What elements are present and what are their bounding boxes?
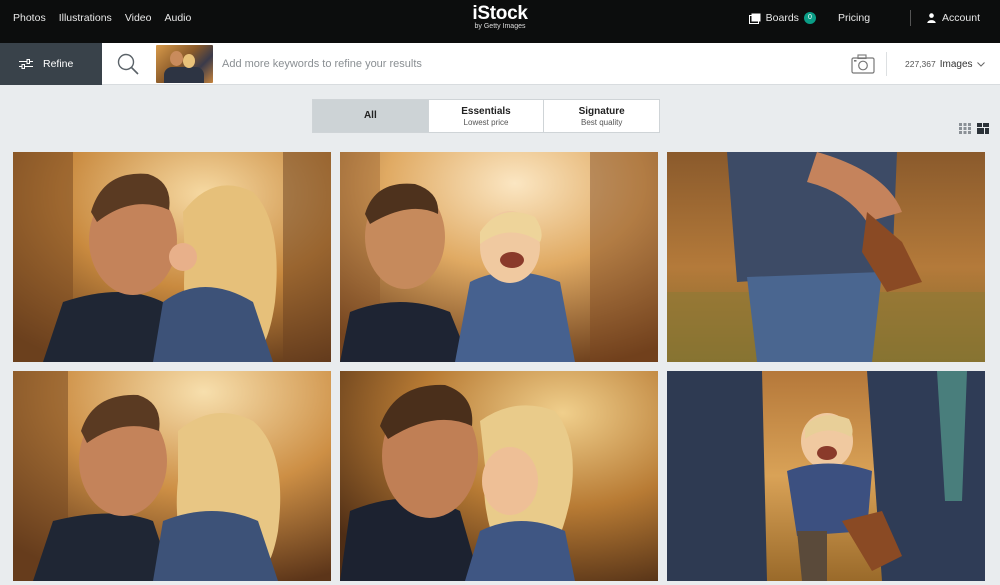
nav-video[interactable]: Video	[125, 12, 152, 24]
tab-title: Essentials	[461, 105, 511, 117]
boards-link[interactable]: Boards 0	[748, 12, 816, 24]
license-tabs: All Essentials Lowest price Signature Be…	[312, 99, 660, 133]
pricing-link[interactable]: Pricing	[838, 12, 870, 24]
refine-button[interactable]: Refine	[0, 43, 102, 85]
media-type-nav: Photos Illustrations Video Audio	[13, 0, 204, 36]
tab-title: All	[363, 110, 377, 121]
refine-label: Refine	[43, 58, 74, 70]
search-image-thumbnail[interactable]	[156, 45, 213, 83]
boards-label: Boards	[765, 12, 799, 24]
sliders-icon	[19, 59, 33, 69]
tab-title: Signature	[578, 105, 625, 117]
image-result[interactable]	[13, 371, 331, 581]
photo-father-and-laughing-toddler	[340, 152, 658, 362]
chevron-down-icon	[976, 61, 985, 67]
account-link[interactable]: Account	[927, 12, 980, 24]
tab-essentials[interactable]: Essentials Lowest price	[429, 100, 545, 132]
result-count: 227,367	[905, 59, 936, 69]
nav-photos[interactable]: Photos	[13, 12, 46, 24]
grid-view-icon[interactable]	[959, 123, 971, 134]
image-result[interactable]	[667, 152, 985, 362]
tab-subtitle: Best quality	[581, 117, 623, 127]
photo-father-holding-child-torso	[667, 152, 985, 362]
search-input[interactable]	[222, 53, 812, 75]
photo-father-kissing-daughter-cheek	[13, 152, 331, 362]
tab-signature[interactable]: Signature Best quality	[544, 100, 659, 132]
nav-audio[interactable]: Audio	[164, 12, 191, 24]
tab-subtitle: Lowest price	[463, 117, 509, 127]
nav-divider	[910, 10, 912, 26]
user-icon	[927, 13, 936, 23]
result-type-dropdown[interactable]: 227,367 Images	[905, 43, 985, 85]
image-result[interactable]	[667, 371, 985, 581]
search-bar: Refine 227,367 Images	[0, 43, 1000, 85]
image-result[interactable]	[340, 371, 658, 581]
nav-illustrations[interactable]: Illustrations	[59, 12, 112, 24]
view-toggle	[959, 123, 989, 134]
top-navigation-bar: Photos Illustrations Video Audio iStock …	[0, 0, 1000, 43]
tab-all[interactable]: All	[313, 100, 429, 132]
mosaic-view-icon[interactable]	[977, 123, 989, 134]
search-icon[interactable]	[116, 52, 140, 76]
photo-father-kissing-daughter	[13, 371, 331, 581]
account-nav: Boards 0 Pricing Account	[748, 0, 980, 36]
search-divider	[886, 52, 887, 76]
boards-icon	[748, 13, 761, 24]
result-type-label: Images	[939, 58, 973, 70]
camera-icon[interactable]	[851, 54, 875, 74]
photo-child-swinging-between-parents	[667, 371, 985, 581]
account-label: Account	[942, 12, 980, 24]
image-result[interactable]	[340, 152, 658, 362]
photo-father-and-daughter-touching-noses	[340, 371, 658, 581]
boards-count-badge: 0	[803, 12, 816, 24]
image-result[interactable]	[13, 152, 331, 362]
